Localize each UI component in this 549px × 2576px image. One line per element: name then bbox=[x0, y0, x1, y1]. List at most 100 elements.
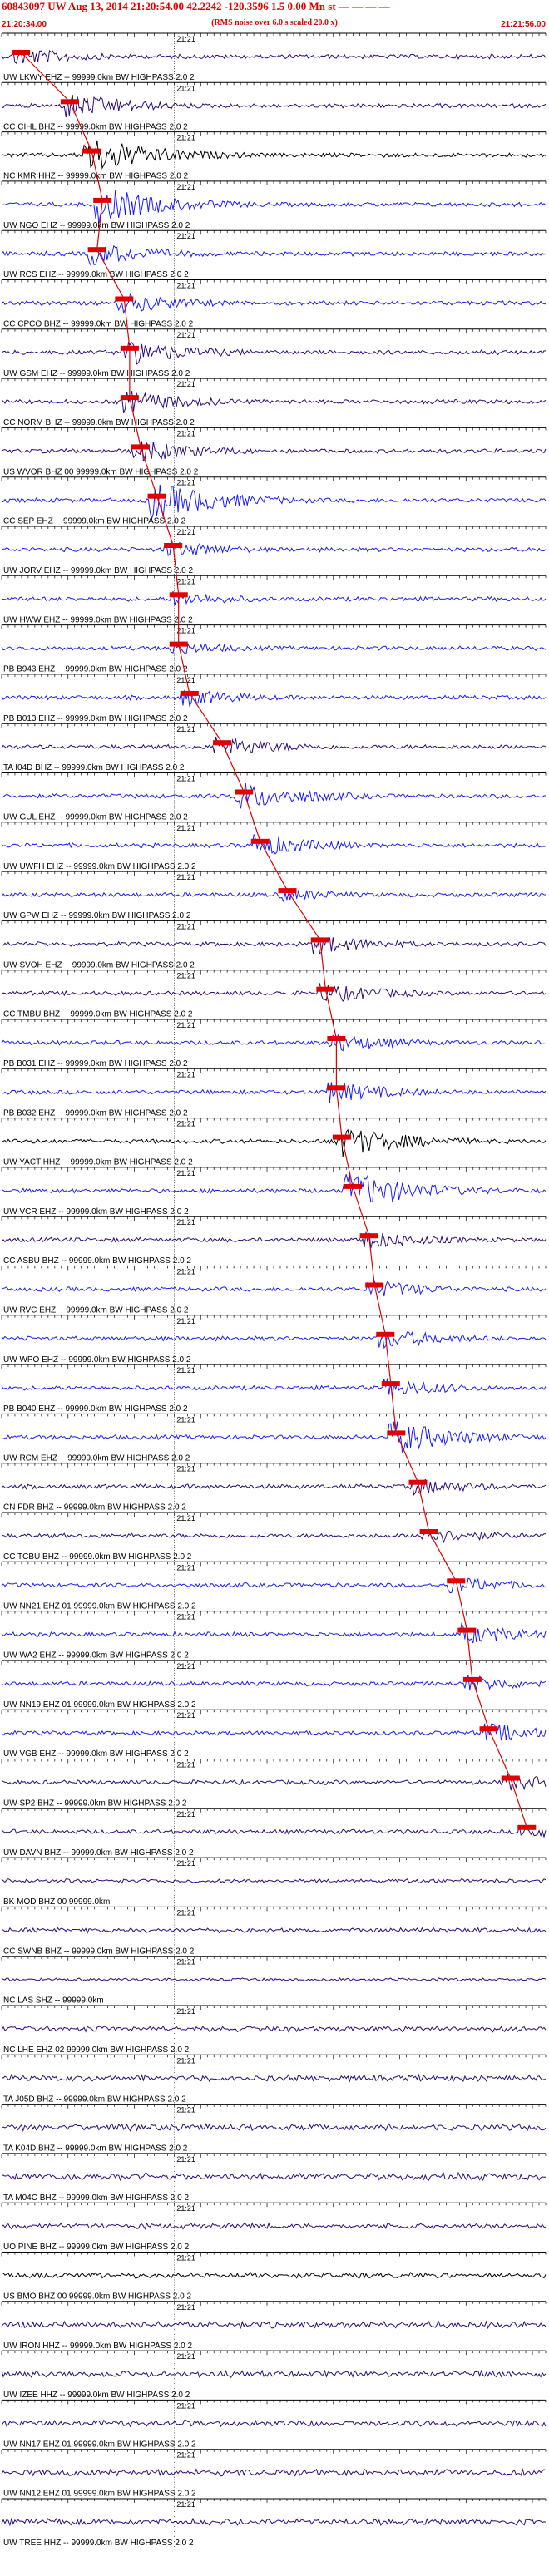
station-label: UW RCM EHZ -- 99999.0km BW HIGHPASS 2.0 … bbox=[3, 1453, 190, 1463]
waveform-trace bbox=[1, 2468, 547, 2477]
trace-row: TA J05D BHZ -- 99999.0km BW HIGHPASS 2.0… bbox=[1, 2054, 547, 2105]
minute-label: 21:21 bbox=[176, 1810, 195, 1818]
minute-label: 21:21 bbox=[176, 380, 195, 388]
waveform-trace bbox=[1, 1082, 547, 1103]
minute-label: 21:21 bbox=[176, 35, 195, 43]
waveform-trace bbox=[1, 2517, 547, 2527]
trace-row: UW GPW EHZ -- 99999.0km BW HIGHPASS 2.0 … bbox=[1, 871, 547, 921]
trace-row: CC ASBU BHZ -- 99999.0km BW HIGHPASS 2.0… bbox=[1, 1216, 547, 1266]
trace-row: PB B031 EHZ -- 99999.0km BW HIGHPASS 2.0… bbox=[1, 1019, 547, 1069]
waveform-trace bbox=[1, 2073, 547, 2083]
minute-label: 21:21 bbox=[176, 2056, 195, 2065]
station-label: UW GSM EHZ -- 99999.0km BW HIGHPASS 2.0 … bbox=[3, 369, 190, 378]
p-pick-marker bbox=[12, 50, 31, 55]
minute-label: 21:21 bbox=[176, 577, 195, 585]
trace-row: UW LKWY EHZ -- 99999.0km BW HIGHPASS 2.0… bbox=[1, 32, 547, 83]
station-label: UO PINE BHZ -- 99999.0km BW HIGHPASS 2.0… bbox=[3, 2243, 190, 2252]
station-label: TA I04D BHZ -- 99999.0km BW HIGHPASS 2.0… bbox=[3, 763, 185, 772]
waveform-trace bbox=[1, 642, 547, 654]
station-label: UW DAVN BHZ -- 99999.0km BW HIGHPASS 2.0… bbox=[3, 1848, 194, 1858]
station-label: UW IRON HHZ -- 99999.0km BW HIGHPASS 2.0… bbox=[3, 2342, 193, 2351]
station-label: PB B040 EHZ -- 99999.0km BW HIGHPASS 2.0… bbox=[3, 1404, 188, 1414]
station-label: PB B013 EHZ -- 99999.0km BW HIGHPASS 2.0… bbox=[3, 714, 188, 723]
waveform-trace bbox=[1, 484, 547, 520]
station-label: TA M04C BHZ -- 99999.0km BW HIGHPASS 2.0… bbox=[3, 2194, 189, 2203]
trace-row: UW NN21 EHZ 01 99999.0km BW HIGHPASS 2.0… bbox=[1, 1561, 547, 1611]
trace-row: CC SWNB BHZ -- 99999.0km BW HIGHPASS 2.0… bbox=[1, 1906, 547, 1957]
trace-row: PB B040 EHZ -- 99999.0km BW HIGHPASS 2.0… bbox=[1, 1364, 547, 1414]
trace-row: UW GUL EHZ -- 99999.0km BW HIGHPASS 2.0 … bbox=[1, 772, 547, 822]
trace-row: TA I04D BHZ -- 99999.0km BW HIGHPASS 2.0… bbox=[1, 723, 547, 773]
minute-label: 21:21 bbox=[176, 2204, 195, 2213]
station-label: UW VGB EHZ -- 99999.0km BW HIGHPASS 2.0 … bbox=[3, 1749, 189, 1759]
seismogram-plot: UW LKWY EHZ -- 99999.0km BW HIGHPASS 2.0… bbox=[1, 32, 547, 2549]
waveform-trace bbox=[1, 591, 547, 605]
waveform-trace bbox=[1, 244, 547, 267]
station-label: UW GUL EHZ -- 99999.0km BW HIGHPASS 2.0 … bbox=[3, 813, 188, 822]
station-label: CC TCBU BHZ -- 99999.0km BW HIGHPASS 2.0… bbox=[3, 1552, 192, 1562]
minute-label: 21:21 bbox=[176, 2303, 195, 2312]
station-label: CC SEP EHZ -- 99999.0km BW HIGHPASS 2.0 … bbox=[3, 517, 186, 526]
waveform-trace bbox=[2, 1421, 547, 1453]
minute-label: 21:21 bbox=[176, 2155, 195, 2164]
minute-label: 21:21 bbox=[176, 1021, 195, 1029]
trace-row: US BMO BHZ 00 99999.0km BW HIGHPASS 2.0 … bbox=[1, 2252, 547, 2302]
station-label: CC TMBU BHZ -- 99999.0km BW HIGHPASS 2.0… bbox=[3, 1010, 193, 1019]
minute-label: 21:21 bbox=[176, 84, 195, 92]
trace-row: UW VGB EHZ -- 99999.0km BW HIGHPASS 2.0 … bbox=[1, 1709, 547, 1759]
waveform-trace bbox=[1, 441, 547, 462]
waveform-trace bbox=[1, 1478, 547, 1496]
waveform-trace bbox=[1, 190, 547, 224]
waveform-trace bbox=[1, 1231, 547, 1249]
waveform-trace bbox=[1, 983, 547, 1002]
waveform-trace bbox=[1, 1826, 547, 1838]
minute-label: 21:21 bbox=[176, 1366, 195, 1374]
trace-row: CC NORM BHZ -- 99999.0km BW HIGHPASS 2.0… bbox=[1, 378, 547, 428]
minute-label: 21:21 bbox=[176, 972, 195, 980]
station-label: PB B943 EHZ -- 99999.0km BW HIGHPASS 2.0… bbox=[3, 665, 188, 674]
minute-label: 21:21 bbox=[176, 2401, 195, 2410]
trace-row: UW HWW EHZ -- 99999.0km BW HIGHPASS 2.0 … bbox=[1, 575, 547, 625]
waveform-trace bbox=[1, 2025, 547, 2033]
trace-row: CC SEP EHZ -- 99999.0km BW HIGHPASS 2.0 … bbox=[1, 476, 547, 526]
trace-row: NC KMR HHZ -- 99999.0km BW HIGHPASS 2.0 … bbox=[1, 131, 547, 181]
trace-row: UW IRON HHZ -- 99999.0km BW HIGHPASS 2.0… bbox=[1, 2301, 547, 2351]
trace-row: UW YACT HHZ -- 99999.0km BW HIGHPASS 2.0… bbox=[1, 1118, 547, 1167]
waveform-trace bbox=[1, 1774, 547, 1791]
station-label: UW NN21 EHZ 01 99999.0km BW HIGHPASS 2.0… bbox=[3, 1601, 196, 1611]
trace-row: UW GSM EHZ -- 99999.0km BW HIGHPASS 2.0 … bbox=[1, 328, 547, 379]
minute-label: 21:21 bbox=[176, 824, 195, 832]
waveform-trace bbox=[1, 541, 547, 557]
waveform-trace bbox=[1, 2171, 546, 2182]
trace-row: UW IZEE HHZ -- 99999.0km BW HIGHPASS 2.0… bbox=[1, 2350, 547, 2401]
waveform-trace bbox=[1, 1331, 547, 1350]
trace-row: US WVOR BHZ 00 99999.0km BW HIGHPASS 2.0… bbox=[1, 427, 547, 477]
minute-label: 21:21 bbox=[176, 1268, 195, 1276]
minute-label: 21:21 bbox=[176, 2500, 195, 2509]
trace-row: UW SP2 BHZ -- 99999.0km BW HIGHPASS 2.0 … bbox=[1, 1759, 547, 1809]
trace-row: BK MOD BHZ 00 99999.0km 21:21 bbox=[1, 1857, 547, 1907]
trace-row: UW SVOH EHZ -- 99999.0km BW HIGHPASS 2.0… bbox=[1, 920, 547, 970]
trace-row: CC CIHL BHZ -- 99999.0km BW HIGHPASS 2.0… bbox=[1, 81, 547, 132]
station-label: UW GPW EHZ -- 99999.0km BW HIGHPASS 2.0 … bbox=[3, 911, 191, 920]
trace-row: UW RCM EHZ -- 99999.0km BW HIGHPASS 2.0 … bbox=[1, 1413, 547, 1463]
trace-row: UW NGO EHZ -- 99999.0km BW HIGHPASS 2.0 … bbox=[1, 180, 547, 231]
station-label: UW NGO EHZ -- 99999.0km BW HIGHPASS 2.0 … bbox=[3, 221, 190, 230]
minute-label: 21:21 bbox=[176, 1070, 195, 1078]
trace-row: TA K04D BHZ -- 99999.0km BW HIGHPASS 2.0… bbox=[1, 2104, 547, 2154]
waveform-trace bbox=[1, 94, 547, 118]
trace-row: UW VCR EHZ -- 99999.0km BW HIGHPASS 2.0 … bbox=[1, 1167, 547, 1217]
station-label: US BMO BHZ 00 99999.0km BW HIGHPASS 2.0 … bbox=[3, 2292, 191, 2302]
station-label: TA K04D BHZ -- 99999.0km BW HIGHPASS 2.0… bbox=[3, 2144, 188, 2154]
waveform-trace bbox=[1, 736, 547, 753]
minute-label: 21:21 bbox=[176, 775, 195, 783]
trace-row: NC LHE EHZ 02 99999.0km BW HIGHPASS 2.0 … bbox=[1, 2005, 547, 2055]
station-label: PB B031 EHZ -- 99999.0km BW HIGHPASS 2.0… bbox=[3, 1059, 188, 1068]
trace-row: UW NN17 EHZ 01 99999.0km BW HIGHPASS 2.0… bbox=[1, 2399, 547, 2450]
station-label: US WVOR BHZ 00 99999.0km BW HIGHPASS 2.0… bbox=[3, 467, 199, 476]
station-label: UW IZEE HHZ -- 99999.0km BW HIGHPASS 2.0… bbox=[3, 2391, 190, 2400]
waveform-trace bbox=[1, 2222, 547, 2230]
minute-label: 21:21 bbox=[176, 2352, 195, 2361]
station-label: UW UWFH EHZ -- 99999.0km BW HIGHPASS 2.0… bbox=[3, 862, 196, 871]
trace-row: UW RVC EHZ -- 99999.0km BW HIGHPASS 2.0 … bbox=[1, 1266, 547, 1315]
